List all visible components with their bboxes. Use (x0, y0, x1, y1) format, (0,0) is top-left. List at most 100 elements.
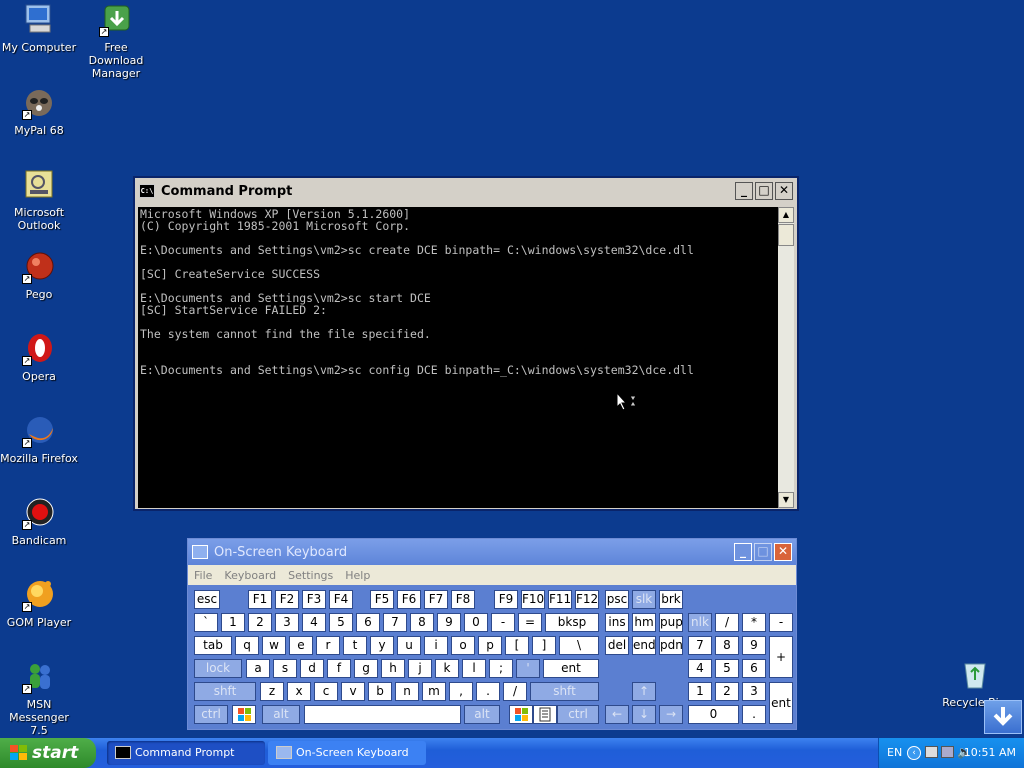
key-v[interactable]: v (341, 682, 365, 701)
key-pdn[interactable]: pdn (659, 636, 683, 655)
tray-expand-icon[interactable]: ‹ (907, 746, 921, 760)
key-alt[interactable]: alt (464, 705, 500, 724)
key-F5[interactable]: F5 (370, 590, 394, 609)
key-k[interactable]: k (435, 659, 459, 678)
key-u91[interactable]: [ (505, 636, 529, 655)
key-8[interactable]: 8 (410, 613, 434, 632)
network-icon[interactable] (925, 746, 938, 758)
desktop-icon-gom-player[interactable]: ↗ GOM Player (0, 578, 78, 629)
key-ctrl[interactable]: ctrl (194, 705, 228, 724)
key-c[interactable]: c (314, 682, 338, 701)
taskbar-item-on-screen-keyboard[interactable]: On-Screen Keyboard (268, 741, 426, 765)
key-F6[interactable]: F6 (397, 590, 421, 609)
key-u44[interactable]: , (449, 682, 473, 701)
language-indicator[interactable]: EN (887, 746, 902, 759)
key-u8592[interactable]: ← (605, 705, 629, 724)
key-hm[interactable]: hm (632, 613, 656, 632)
console-output[interactable]: Microsoft Windows XP [Version 5.1.2600](… (138, 207, 779, 508)
key-4[interactable]: 4 (302, 613, 326, 632)
key-u[interactable]: u (397, 636, 421, 655)
key-5[interactable]: 5 (329, 613, 353, 632)
key-u45[interactable]: - (491, 613, 515, 632)
key-F10[interactable]: F10 (521, 590, 545, 609)
key-6[interactable]: 6 (356, 613, 380, 632)
key-bksp[interactable]: bksp (545, 613, 599, 632)
scroll-up-icon[interactable]: ▲ (778, 207, 794, 223)
scroll-down-icon[interactable]: ▼ (778, 492, 794, 508)
desktop-icon-bandicam[interactable]: ↗ Bandicam (0, 496, 78, 547)
clock[interactable]: 10:51 AM (964, 746, 1016, 759)
close-button[interactable]: ✕ (775, 182, 793, 200)
desktop-icon-free-download-manager[interactable]: ↗ Free Download Manager (77, 3, 155, 80)
key-u47[interactable]: / (503, 682, 527, 701)
key-d[interactable]: d (300, 659, 324, 678)
key-nlk[interactable]: nlk (688, 613, 712, 632)
key-4[interactable]: 4 (688, 659, 712, 678)
key-a[interactable]: a (246, 659, 270, 678)
osk-title-bar[interactable]: On-Screen Keyboard _ □ ✕ (188, 539, 796, 565)
key-u8595[interactable]: ↓ (632, 705, 656, 724)
key-u93[interactable]: ] (532, 636, 556, 655)
key-u61[interactable]: = (518, 613, 542, 632)
key-e[interactable]: e (289, 636, 313, 655)
key-u45[interactable]: - (769, 613, 793, 632)
key-9[interactable]: 9 (437, 613, 461, 632)
menu-key-icon[interactable] (533, 705, 557, 724)
key-0[interactable]: 0 (688, 705, 739, 724)
key-9[interactable]: 9 (742, 636, 766, 655)
desktop-icon-mypal[interactable]: ↗ MyPal 68 (0, 86, 78, 137)
key-F1[interactable]: F1 (248, 590, 272, 609)
key-p[interactable]: p (478, 636, 502, 655)
key-h[interactable]: h (381, 659, 405, 678)
desktop-icon-pego[interactable]: ↗ Pego (0, 250, 78, 301)
start-button[interactable]: start (0, 738, 96, 768)
key-psc[interactable]: psc (605, 590, 629, 609)
key-F9[interactable]: F9 (494, 590, 518, 609)
key-u47[interactable]: / (715, 613, 739, 632)
desktop-icon-opera[interactable]: ↗ Opera (0, 332, 78, 383)
key-n[interactable]: n (395, 682, 419, 701)
key-1[interactable]: 1 (221, 613, 245, 632)
key-u59[interactable]: ; (489, 659, 513, 678)
key-b[interactable]: b (368, 682, 392, 701)
desktop-icon-outlook[interactable]: Microsoft Outlook (0, 168, 78, 232)
windows-key-icon[interactable] (232, 705, 256, 724)
key-u39[interactable]: ' (516, 659, 540, 678)
key-F3[interactable]: F3 (302, 590, 326, 609)
key-x[interactable]: x (287, 682, 311, 701)
key-g[interactable]: g (354, 659, 378, 678)
key-7[interactable]: 7 (383, 613, 407, 632)
key-u8593[interactable]: ↑ (632, 682, 656, 701)
key-3[interactable]: 3 (742, 682, 766, 701)
key-shft[interactable]: shft (194, 682, 256, 701)
display-icon[interactable] (941, 746, 954, 758)
desktop-icon-msn-messenger[interactable]: ↗ MSN Messenger 7.5 (0, 660, 78, 737)
minimize-button[interactable]: _ (735, 182, 753, 200)
key-2[interactable]: 2 (715, 682, 739, 701)
key-F8[interactable]: F8 (451, 590, 475, 609)
key-2[interactable]: 2 (248, 613, 272, 632)
key-brk[interactable]: brk (659, 590, 683, 609)
key-ent[interactable]: ent (769, 682, 793, 724)
key-end[interactable]: end (632, 636, 656, 655)
key-u92[interactable]: \ (559, 636, 599, 655)
desktop-icon-my-computer[interactable]: My Computer (0, 3, 78, 54)
windows-key-icon[interactable] (509, 705, 533, 724)
key-F4[interactable]: F4 (329, 590, 353, 609)
key-pup[interactable]: pup (659, 613, 683, 632)
key-tab[interactable]: tab (194, 636, 232, 655)
key-i[interactable]: i (424, 636, 448, 655)
key-w[interactable]: w (262, 636, 286, 655)
key-F2[interactable]: F2 (275, 590, 299, 609)
osk-close-button[interactable]: ✕ (774, 543, 792, 561)
key-u46[interactable]: . (742, 705, 766, 724)
key-esc[interactable]: esc (194, 590, 220, 609)
key-s[interactable]: s (273, 659, 297, 678)
key-ctrl[interactable]: ctrl (557, 705, 599, 724)
taskbar-item-command-prompt[interactable]: Command Prompt (107, 741, 265, 765)
desktop-icon-firefox[interactable]: ↗ Mozilla Firefox (0, 414, 78, 465)
key-5[interactable]: 5 (715, 659, 739, 678)
key-F11[interactable]: F11 (548, 590, 572, 609)
key-8[interactable]: 8 (715, 636, 739, 655)
key-u96[interactable]: ` (194, 613, 218, 632)
